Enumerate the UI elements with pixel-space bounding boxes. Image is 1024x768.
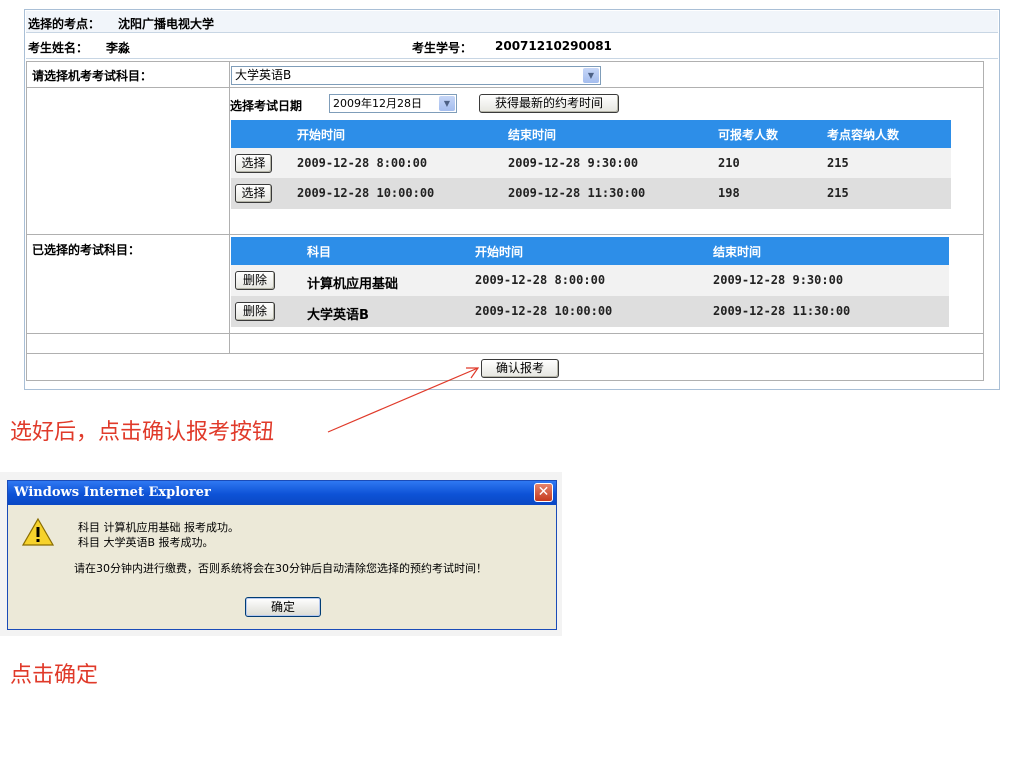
divider [27, 87, 983, 88]
instruction-ok: 点击确定 [10, 663, 99, 688]
refresh-times-button[interactable]: 获得最新的约考时间 [479, 94, 619, 113]
end-time: 2009-12-28 11:30:00 [508, 186, 646, 200]
ie-alert-dialog: Windows Internet Explorer ✕ 科目 计算机应用基础 报… [7, 480, 557, 630]
subject-name: 大学英语B [307, 308, 369, 323]
warning-icon [22, 517, 54, 546]
column-header: 结束时间 [508, 128, 557, 142]
student-id-value: 20071210290081 [495, 39, 612, 53]
instruction-confirm: 选好后，点击确认报考按钮 [10, 420, 275, 445]
subject-name: 计算机应用基础 [307, 277, 399, 292]
select-date-label: 选择考试日期 [230, 99, 303, 113]
select-slot-button[interactable]: 选择 [235, 184, 272, 203]
column-header: 考点容纳人数 [827, 128, 900, 142]
table-row: 删除 大学英语B 2009-12-28 10:00:00 2009-12-28 … [231, 296, 949, 327]
date-select[interactable]: 2009年12月28日 ▼ [329, 94, 457, 113]
table-row: 选择 2009-12-28 10:00:00 2009-12-28 11:30:… [231, 178, 951, 209]
divider [27, 333, 983, 334]
ok-button[interactable]: 确定 [245, 597, 321, 617]
selected-subjects-label: 已选择的考试科目： [32, 243, 141, 257]
capacity-count: 215 [827, 156, 849, 170]
annotation-arrow [327, 367, 480, 433]
table-row: 删除 计算机应用基础 2009-12-28 8:00:00 2009-12-28… [231, 265, 949, 296]
column-header: 开始时间 [297, 128, 346, 142]
student-id-label: 考生学号： [412, 41, 473, 55]
column-header: 开始时间 [475, 245, 524, 259]
student-name-label: 考生姓名： [28, 41, 89, 55]
dialog-message-line: 科目 大学英语B 报考成功。 [78, 536, 214, 549]
dialog-message-line: 科目 计算机应用基础 报考成功。 [78, 521, 239, 534]
column-header: 结束时间 [713, 245, 762, 259]
close-icon[interactable]: ✕ [534, 483, 553, 502]
exam-site-label: 选择的考点： [28, 17, 101, 31]
column-header: 可报考人数 [718, 128, 779, 142]
available-count: 198 [718, 186, 740, 200]
chosen-table-header: 科目 开始时间 结束时间 [231, 237, 949, 265]
chevron-down-icon[interactable]: ▼ [583, 68, 599, 83]
end-time: 2009-12-28 9:30:00 [508, 156, 639, 170]
confirm-registration-button[interactable]: 确认报考 [481, 359, 559, 378]
time-table-header: 开始时间 结束时间 可报考人数 考点容纳人数 [231, 120, 951, 148]
select-slot-button[interactable]: 选择 [235, 154, 272, 173]
exam-site-value: 沈阳广播电视大学 [118, 17, 215, 31]
capacity-count: 215 [827, 186, 849, 200]
start-time: 2009-12-28 8:00:00 [475, 273, 606, 287]
end-time: 2009-12-28 9:30:00 [713, 273, 844, 287]
delete-subject-button[interactable]: 删除 [235, 302, 275, 321]
exam-site-row: 选择的考点： 沈阳广播电视大学 [26, 11, 998, 33]
column-header: 科目 [307, 245, 332, 259]
student-name-value: 李淼 [106, 41, 131, 55]
dialog-message-line: 请在30分钟内进行缴费，否则系统将会在30分钟后自动清除您选择的预约考试时间！ [74, 562, 487, 575]
subject-select[interactable]: 大学英语B ▼ [231, 66, 601, 85]
student-info-row: 考生姓名： 李淼 考生学号： 20071210290081 [26, 34, 998, 59]
divider [27, 234, 983, 235]
chevron-down-icon[interactable]: ▼ [439, 96, 455, 111]
start-time: 2009-12-28 8:00:00 [297, 156, 428, 170]
dialog-titlebar[interactable]: Windows Internet Explorer ✕ [8, 481, 556, 505]
divider [27, 353, 983, 354]
select-subject-label: 请选择机考考试科目： [32, 69, 153, 83]
delete-subject-button[interactable]: 删除 [235, 271, 275, 290]
date-select-value: 2009年12月28日 [333, 97, 422, 110]
start-time: 2009-12-28 10:00:00 [297, 186, 435, 200]
available-count: 210 [718, 156, 740, 170]
subject-select-value: 大学英语B [235, 68, 292, 82]
end-time: 2009-12-28 11:30:00 [713, 304, 851, 318]
start-time: 2009-12-28 10:00:00 [475, 304, 613, 318]
dialog-title: Windows Internet Explorer [14, 485, 211, 500]
table-row: 选择 2009-12-28 8:00:00 2009-12-28 9:30:00… [231, 148, 951, 178]
